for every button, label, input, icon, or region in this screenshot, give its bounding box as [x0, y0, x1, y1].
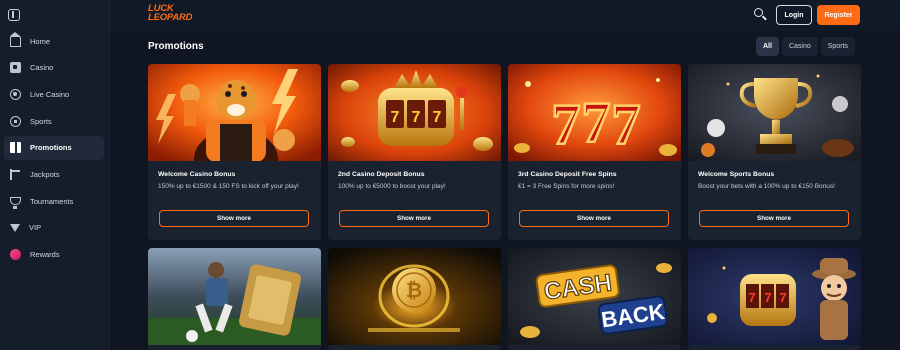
search-icon[interactable]: [754, 8, 768, 22]
sidebar-item-casino[interactable]: Casino: [4, 56, 104, 80]
sidebar-item-label: Jackpots: [30, 169, 60, 179]
card-title: Welcome Casino Bonus: [158, 171, 236, 178]
promo-card: [148, 248, 321, 350]
sidebar-item-tournaments[interactable]: Tournaments: [4, 189, 104, 213]
svg-text:7: 7: [412, 109, 421, 126]
promo-card: 7 7 7: [688, 248, 861, 350]
svg-text:7: 7: [582, 90, 611, 155]
sidebar-item-label: Home: [30, 36, 51, 46]
vip-icon: [10, 223, 20, 232]
search-handle: [762, 15, 767, 21]
sidebar-item-home[interactable]: Home: [4, 29, 104, 53]
show-more-button[interactable]: Show more: [159, 210, 309, 227]
live-casino-icon: [10, 88, 21, 100]
card-description: Boost your bets with a 100% up to €150 B…: [698, 183, 835, 190]
svg-text:7: 7: [391, 109, 400, 126]
trophy-icon: [10, 197, 21, 210]
leopard-fighter-illustration[interactable]: [148, 64, 321, 161]
promo-card: Welcome Sports Bonus Boost your bets wit…: [688, 64, 861, 240]
card-title: 3rd Casino Deposit Free Spins: [518, 171, 617, 178]
login-button[interactable]: Login: [776, 5, 812, 25]
sidebar: Home Casino Live Casino Sports Promotion…: [0, 0, 110, 350]
promo-card: 7 7 7 3rd Casino Deposit Free Spins €1 =…: [508, 64, 681, 240]
card-description: €1 = 3 Free Spins for more spins!: [518, 183, 615, 190]
cashback-illustration[interactable]: CASH BACK: [508, 248, 681, 345]
filter-sports[interactable]: Sports: [820, 37, 855, 56]
sidebar-item-jackpots[interactable]: Jackpots: [4, 162, 104, 186]
sidebar-item-label: Tournaments: [30, 196, 74, 206]
sidebar-item-sports[interactable]: Sports: [4, 109, 104, 133]
sidebar-item-rewards[interactable]: Rewards: [4, 243, 104, 267]
register-button[interactable]: Register: [817, 5, 860, 25]
bitcoin-coin-illustration[interactable]: ₿: [328, 248, 501, 345]
show-more-button[interactable]: Show more: [699, 210, 849, 227]
sidebar-toggle-icon[interactable]: [8, 9, 20, 21]
home-icon: [10, 31, 21, 47]
card-title: Welcome Sports Bonus: [698, 171, 775, 178]
luck-leopard-logo[interactable]: LUCK LEOPARD: [148, 3, 200, 25]
card-description: 150% up to €1500 & 150 FS to kick off yo…: [158, 183, 299, 190]
jackpot-icon: [10, 168, 21, 180]
sidebar-item-vip[interactable]: VIP: [4, 216, 104, 240]
promo-card: ₿: [328, 248, 501, 350]
page-title: Promotions: [148, 41, 204, 52]
logo-text-line2: LEOPARD: [148, 12, 193, 23]
filter-all[interactable]: All: [756, 37, 779, 56]
sidebar-item-label: Sports: [30, 116, 52, 126]
sidebar-item-promotions[interactable]: Promotions: [4, 135, 104, 160]
svg-text:7: 7: [748, 290, 755, 305]
golden-slot-machine-illustration[interactable]: 7 7 7: [328, 64, 501, 161]
golden-trophy-illustration[interactable]: [688, 64, 861, 161]
top-header: LUCK LEOPARD Login Register: [110, 0, 900, 31]
filter-casino[interactable]: Casino: [781, 37, 818, 56]
sports-icon: [10, 115, 21, 127]
gift-icon: [10, 142, 21, 154]
promo-card: CASH BACK: [508, 248, 681, 350]
sidebar-item-label: Rewards: [30, 250, 60, 259]
lucky-777-illustration[interactable]: 7 7 7: [508, 64, 681, 161]
sidebar-item-label: VIP: [29, 223, 42, 233]
category-filters: All Casino Sports: [756, 37, 855, 56]
show-more-button[interactable]: Show more: [519, 210, 669, 227]
rewards-icon: [10, 249, 21, 260]
card-title: 2nd Casino Deposit Bonus: [338, 171, 425, 178]
sidebar-nav: Home Casino Live Casino Sports Promotion…: [0, 29, 110, 269]
svg-text:7: 7: [552, 92, 581, 157]
sidebar-item-live-casino[interactable]: Live Casino: [4, 82, 104, 106]
casino-icon: [10, 62, 21, 74]
svg-text:7: 7: [779, 290, 786, 305]
svg-text:7: 7: [764, 290, 771, 305]
promo-card: 7 7 7 2nd Casino Deposit Bonus 100% up t…: [328, 64, 501, 240]
svg-text:7: 7: [433, 109, 442, 126]
card-description: 100% up to €5000 to boost your play!: [338, 183, 446, 190]
footballer-ticket-illustration[interactable]: [148, 248, 321, 345]
sidebar-item-label: Promotions: [30, 143, 72, 153]
show-more-button[interactable]: Show more: [339, 210, 489, 227]
svg-text:₿: ₿: [406, 280, 422, 302]
promo-card: Welcome Casino Bonus 150% up to €1500 & …: [148, 64, 321, 240]
sidebar-item-label: Casino: [30, 63, 54, 73]
svg-text:7: 7: [612, 92, 641, 157]
slot-detective-illustration[interactable]: 7 7 7: [688, 248, 861, 345]
sidebar-item-label: Live Casino: [30, 89, 70, 99]
